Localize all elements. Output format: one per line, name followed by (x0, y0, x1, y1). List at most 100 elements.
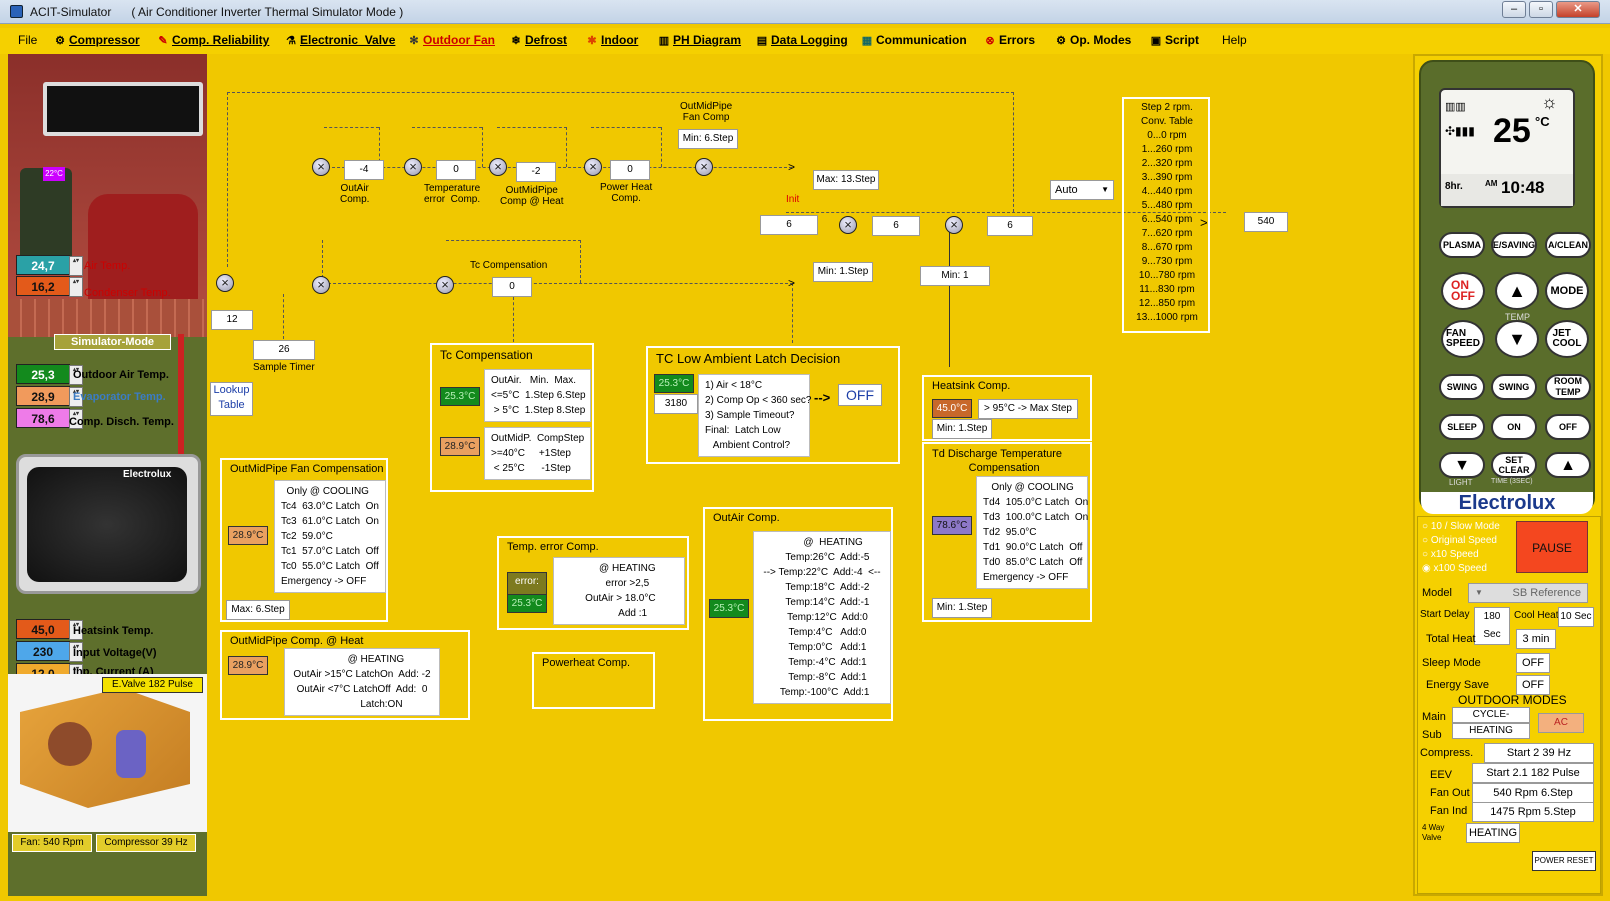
lookup-table-button[interactable]: Lookup Table (210, 382, 253, 416)
ompheat-comp-panel: OutMidPipe Comp. @ Heat 28.9°C @ HEATING… (220, 630, 470, 720)
menu-indoor[interactable]: ✱ Indoor (586, 33, 638, 47)
left-status-panel: 22°C 24,7 Air Temp. 16,2 Condenser Temp.… (8, 54, 207, 896)
power-reset-button[interactable]: POWER RESET (1532, 851, 1596, 871)
window-title: ACIT-Simulator (30, 5, 112, 19)
menu-script[interactable]: ▣ Script (1150, 33, 1199, 47)
plasma-button[interactable]: PLASMA (1439, 232, 1485, 258)
room-temp-button[interactable]: ROOM TEMP (1545, 374, 1591, 400)
air-temp-label: Air Temp. (84, 260, 131, 272)
coolheat-field[interactable]: 10 Sec (1558, 607, 1594, 627)
max-step-value: Max: 13.Step (813, 170, 879, 190)
ompheat-panel-title: OutMidPipe Comp. @ Heat (230, 635, 364, 647)
menu-communication[interactable]: ▦ Communication (861, 33, 967, 47)
remote-hours: 8hr. (1445, 181, 1463, 192)
off-button[interactable]: OFF (1545, 414, 1591, 440)
remote-ampm: AM (1485, 179, 1498, 188)
speed-option-x100[interactable]: ◉ x100 Speed (1422, 563, 1487, 574)
light-down-button[interactable]: ▼ (1439, 452, 1485, 478)
speed-option-x10[interactable]: ○ x10 Speed (1422, 549, 1479, 560)
title-bar: ACIT-Simulator ( Air Conditioner Inverte… (0, 0, 1610, 24)
menu-electronic-valve[interactable]: ⚗ Electronic_Valve (285, 33, 395, 47)
sub-mode-field[interactable]: HEATING (1452, 723, 1530, 739)
error-icon: ⊗ (985, 35, 995, 47)
menu-outdoor-fan[interactable]: ✻ Outdoor Fan (408, 33, 495, 47)
pause-button[interactable]: PAUSE (1516, 521, 1588, 573)
min-value: Min: 1 (920, 266, 990, 286)
menu-errors[interactable]: ⊗ Errors (984, 33, 1035, 47)
tc-comp-value: 0 (492, 277, 532, 297)
menu-bar: File ⚙ Compressor ✎ Comp. Reliability ⚗ Ele… (0, 28, 1610, 54)
model-chevron-icon: ▼ (1475, 588, 1483, 597)
mode-button[interactable]: MODE (1545, 272, 1589, 310)
indoor-unit-image (43, 82, 203, 136)
chain-value-3: 6 (987, 216, 1033, 236)
chevron-down-icon: ▼ (1101, 185, 1109, 194)
menu-help[interactable]: Help (1222, 33, 1247, 47)
tc-low-conditions: 1) Air < 18°C 2) Comp Op < 360 sec? 3) S… (698, 374, 811, 457)
remote-in-hand-image (20, 168, 72, 268)
set-clear-button[interactable]: SET CLEAR (1491, 452, 1537, 478)
temp-up-button[interactable]: ▲ (1495, 272, 1539, 310)
sleep-button[interactable]: SLEEP (1439, 414, 1485, 440)
heatsink-field[interactable]: 45,0 (16, 619, 83, 640)
temp-down-button[interactable]: ▼ (1495, 320, 1539, 358)
menu-ph-diagram[interactable]: ▥ PH Diagram (658, 33, 741, 47)
compress-field[interactable]: Start 2 39 Hz (1484, 743, 1594, 763)
menu-defrost[interactable]: ❄ Defrost (510, 33, 567, 47)
temperr-table: @ HEATING error >2,5 OutAir > 18.0°C Add… (553, 557, 685, 625)
energy-save-field[interactable]: OFF (1516, 675, 1550, 695)
total-heat-field[interactable]: 3 min (1516, 629, 1556, 649)
voltage-field[interactable]: 230 (16, 641, 83, 662)
close-button[interactable]: ✕ (1556, 1, 1600, 18)
right-control-panel: ▥▥ ☼ ✣▮▮▮ 25 °C 8hr. AM 10:48 PLASMA E/S… (1413, 54, 1603, 896)
mixer-omp-icon: × (489, 158, 507, 176)
sleep-mode-field[interactable]: OFF (1516, 653, 1550, 673)
settings-panel: ○ 10 / Slow Mode ○ Original Speed ○ x10 … (1417, 516, 1601, 894)
output-rpm-value: 540 (1244, 212, 1288, 232)
maximize-button[interactable]: ▫ (1529, 1, 1553, 18)
swing-button-1[interactable]: SWING (1439, 374, 1485, 400)
valve-icon: ⚗ (286, 35, 296, 47)
on-button[interactable]: ON (1491, 414, 1537, 440)
air-temp-field[interactable]: 24,7 (16, 255, 83, 276)
remote-lcd: ▥▥ ☼ ✣▮▮▮ 25 °C 8hr. AM 10:48 (1439, 88, 1575, 208)
menu-compressor[interactable]: ⚙ Compressor (54, 33, 140, 47)
ompheat-table: @ HEATING OutAir >15°C LatchOn Add: -2 O… (284, 648, 440, 716)
auto-select[interactable]: Auto ▼ (1050, 180, 1114, 200)
outdoor-air-field[interactable]: 25,3 (16, 364, 83, 385)
model-select[interactable]: ▼ SB Reference (1468, 583, 1588, 603)
fan-ind-field[interactable]: 1475 Rpm 5.Step (1472, 802, 1594, 822)
esaving-button[interactable]: E/SAVING (1491, 232, 1537, 258)
speed-option-slow[interactable]: ○ 10 / Slow Mode (1422, 521, 1500, 532)
fan-blade-image (48, 722, 92, 766)
menu-file[interactable]: File (18, 33, 37, 47)
onoff-button[interactable]: ON OFF (1441, 272, 1485, 310)
rpm-conversion-table: Step 2 rpm. Conv. Table 0...0 rpm 1...26… (1122, 97, 1210, 333)
main-mode-field[interactable]: CYCLE- (1452, 707, 1530, 723)
minimize-button[interactable]: – (1502, 1, 1526, 18)
aclean-button[interactable]: A/CLEAN (1545, 232, 1591, 258)
wrench-icon: ✎ (158, 35, 168, 47)
temperr-comp-panel: Temp. error Comp. error: 3.3 25.3°C @ HE… (497, 536, 689, 630)
mixer-lookup-icon: × (216, 274, 234, 292)
swing-button-2[interactable]: SWING (1491, 374, 1537, 400)
heatsink-tag: 45.0°C (932, 399, 972, 418)
fan-speed-button[interactable]: FAN SPEED (1441, 320, 1485, 358)
temperr-comp-label: Temperature error Comp. (424, 183, 481, 205)
eev-field[interactable]: Start 2.1 182 Pulse (1472, 763, 1594, 783)
menu-op-modes[interactable]: ⚙ Op. Modes (1055, 33, 1131, 47)
speed-option-original[interactable]: ○ Original Speed (1422, 535, 1497, 546)
fan-out-field[interactable]: 540 Rpm 6.Step (1472, 783, 1594, 803)
evaporator-field[interactable]: 28,9 (16, 386, 83, 407)
ac-mode-badge[interactable]: AC (1538, 713, 1584, 733)
discharge-field[interactable]: 78,6 (16, 408, 83, 429)
menu-data-logging[interactable]: ▤ Data Logging (756, 33, 848, 47)
simulator-mode-label: Simulator-Mode (54, 334, 171, 350)
menu-comp-reliability[interactable]: ✎ Comp. Reliability (157, 33, 269, 47)
fan-ind-label: Fan Ind (1430, 805, 1468, 817)
start-delay-field[interactable]: 180 Sec (1474, 607, 1510, 645)
four-way-valve-field[interactable]: HEATING (1466, 823, 1520, 843)
light-up-button[interactable]: ▲ (1545, 452, 1591, 478)
jet-cool-button[interactable]: JET COOL (1545, 320, 1589, 358)
condenser-temp-field[interactable]: 16,2 (16, 276, 83, 297)
